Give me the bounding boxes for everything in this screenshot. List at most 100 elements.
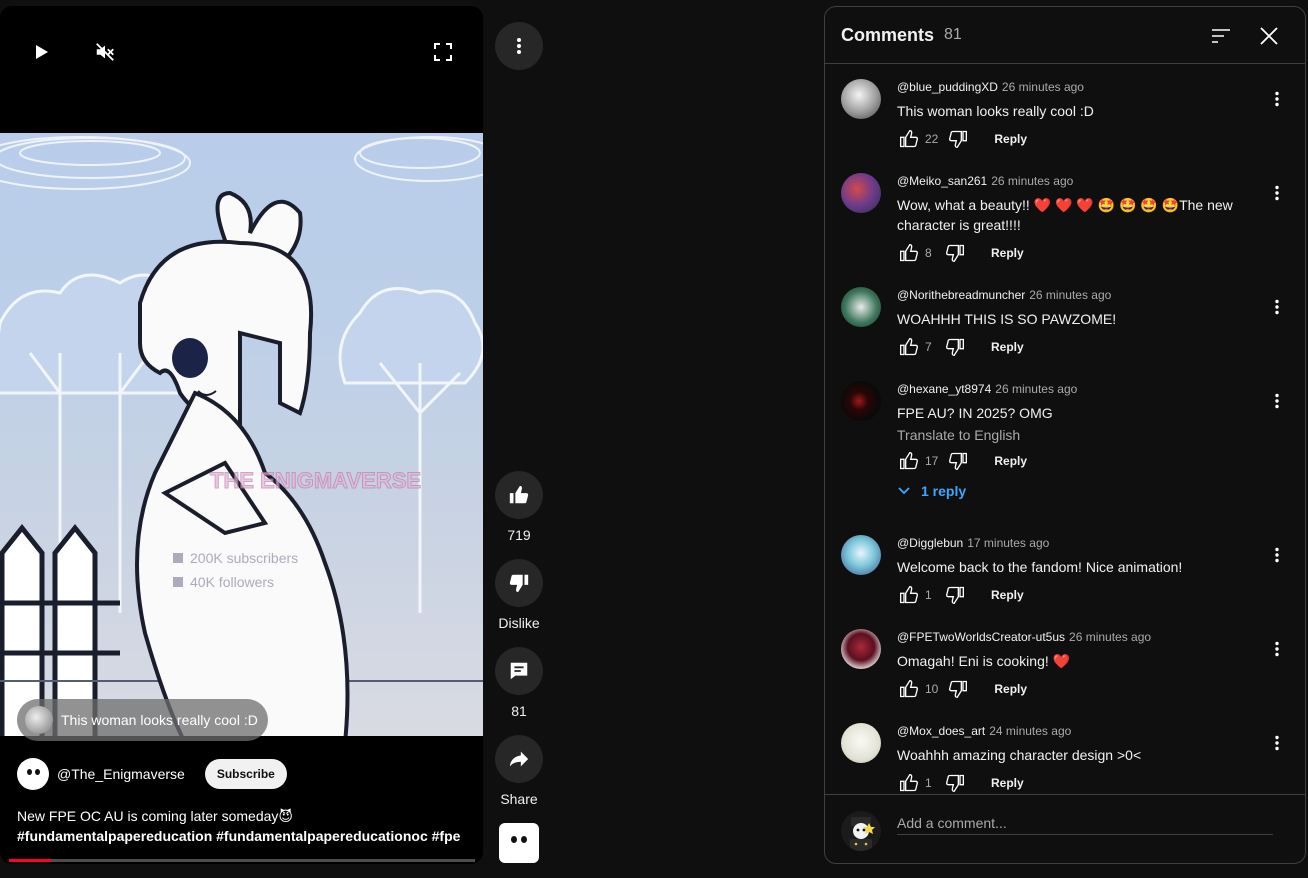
comment-author[interactable]: @hexane_yt8974 — [897, 382, 991, 396]
thumbs-down-icon[interactable] — [946, 127, 970, 151]
avatar[interactable] — [841, 287, 881, 327]
dislike-button[interactable] — [495, 559, 543, 607]
sound-source-thumbnail[interactable] — [499, 823, 539, 863]
progress-bar[interactable] — [9, 859, 475, 862]
avatar[interactable] — [841, 173, 881, 213]
channel-avatar[interactable] — [17, 758, 49, 790]
vertical-dots-icon — [1269, 641, 1285, 657]
comment-actions: 1 Reply — [897, 583, 1249, 607]
shorts-video-player[interactable]: THE ENIGMAVERSE 200K subscribers 40K fol… — [0, 6, 483, 864]
reply-button[interactable]: Reply — [994, 454, 1027, 468]
thumbs-up-icon[interactable] — [897, 127, 921, 151]
thumbs-down-icon[interactable] — [943, 241, 967, 265]
subscribe-button[interactable]: Subscribe — [204, 759, 287, 789]
comment-meta: @Meiko_san261 26 minutes ago — [897, 173, 1249, 189]
comment-actions: 8 Reply — [897, 241, 1249, 265]
thumbs-up-icon[interactable] — [897, 449, 921, 473]
comment-body: @Digglebun 17 minutes ago Welcome back to … — [897, 535, 1249, 607]
comment-actions: 17 Reply — [897, 449, 1249, 473]
play-button[interactable] — [21, 32, 61, 72]
comment-author[interactable]: @Digglebun — [897, 536, 963, 550]
close-button[interactable] — [1256, 23, 1282, 49]
comment-thread: @Meiko_san261 26 minutes ago Wow, what a b… — [841, 173, 1289, 263]
thumbs-down-icon[interactable] — [946, 449, 970, 473]
add-comment-row — [825, 794, 1305, 863]
thumbs-down-icon[interactable] — [946, 677, 970, 701]
comment-thread: @blue_puddingXD 26 minutes ago This woman … — [841, 79, 1289, 169]
like-action: 719 — [495, 471, 543, 543]
comment-like-count: 22 — [925, 132, 939, 146]
translate-link[interactable]: Translate to English — [897, 427, 1249, 443]
thumbs-up-icon[interactable] — [897, 241, 921, 265]
comment-text: Wow, what a beauty!! ❤️ ❤️ ❤️ 🤩 🤩 🤩 🤩The… — [897, 197, 1233, 233]
thumbs-up-icon[interactable] — [897, 677, 921, 701]
comment-menu-button[interactable] — [1265, 731, 1289, 755]
comment-count: 81 — [511, 703, 527, 719]
reply-button[interactable]: Reply — [994, 132, 1027, 146]
thumbs-up-icon[interactable] — [897, 583, 921, 607]
sort-button[interactable] — [1208, 23, 1234, 49]
sort-icon — [1212, 29, 1230, 43]
avatar[interactable] — [841, 79, 881, 119]
like-button[interactable] — [495, 471, 543, 519]
comment-time: 26 minutes ago — [1001, 80, 1084, 94]
avatar[interactable] — [841, 535, 881, 575]
reply-button[interactable]: Reply — [991, 776, 1024, 790]
comment-author[interactable]: @Mox_does_art — [897, 724, 985, 738]
vertical-dots-icon — [1269, 91, 1285, 107]
comment-menu-button[interactable] — [1265, 543, 1289, 567]
comment-thread: @Digglebun 17 minutes ago Welcome back to … — [841, 535, 1289, 625]
comment-menu-button[interactable] — [1265, 87, 1289, 111]
comment-text: Omagah! Eni is cooking! ❤️ — [897, 653, 1071, 669]
channel-handle[interactable]: @The_Enigmaverse — [57, 766, 185, 782]
comment-meta: @Norithebreadmuncher 26 minutes ago — [897, 287, 1249, 303]
comment-author[interactable]: @blue_puddingXD — [897, 80, 998, 94]
comment-menu-button[interactable] — [1265, 181, 1289, 205]
comment-list[interactable]: @blue_puddingXD 26 minutes ago This woman … — [825, 65, 1305, 794]
comments-button[interactable] — [495, 647, 543, 695]
watermark-followers: 40K followers — [190, 574, 274, 590]
reply-button[interactable]: Reply — [994, 682, 1027, 696]
hashtags[interactable]: #fundamentalpapereducation #fundamentalp… — [17, 826, 467, 846]
avatar[interactable] — [841, 629, 881, 669]
comment-body: @hexane_yt8974 26 minutes ago FPE AU? IN 2… — [897, 381, 1249, 499]
mute-button[interactable] — [85, 32, 125, 72]
comment-thread: @Norithebreadmuncher 26 minutes ago WOAHHH… — [841, 287, 1289, 377]
thumbs-down-icon[interactable] — [943, 771, 967, 794]
view-replies-button[interactable]: 1 reply — [897, 483, 1249, 499]
reply-button[interactable]: Reply — [991, 246, 1024, 260]
video-description[interactable]: New FPE OC AU is coming later someday😈 #… — [17, 806, 467, 846]
avatar[interactable] — [841, 723, 881, 763]
more-actions — [495, 22, 543, 70]
thumbs-down-icon[interactable] — [943, 583, 967, 607]
comment-menu-button[interactable] — [1265, 637, 1289, 661]
comment-menu-button[interactable] — [1265, 295, 1289, 319]
share-label: Share — [500, 791, 538, 807]
comment-time: 24 minutes ago — [989, 724, 1072, 738]
comment-author[interactable]: @Norithebreadmuncher — [897, 288, 1025, 302]
comment-author[interactable]: @Meiko_san261 — [897, 174, 987, 188]
thumbs-up-icon[interactable] — [897, 771, 921, 794]
play-icon — [36, 45, 48, 59]
thumbs-up-icon[interactable] — [897, 335, 921, 359]
comment-body: @Norithebreadmuncher 26 minutes ago WOAHHH… — [897, 287, 1249, 359]
more-options-button[interactable] — [495, 22, 543, 70]
like-count: 719 — [507, 527, 531, 543]
share-button[interactable] — [495, 735, 543, 783]
fullscreen-button[interactable] — [423, 32, 463, 72]
watermark-subscribers: 200K subscribers — [190, 550, 298, 566]
fullscreen-icon — [434, 43, 452, 61]
reply-button[interactable]: Reply — [991, 588, 1024, 602]
comments-title: Comments — [841, 24, 935, 45]
add-comment-input[interactable] — [897, 811, 1273, 835]
reply-button[interactable]: Reply — [991, 340, 1024, 354]
avatar[interactable] — [841, 381, 881, 421]
comment-author[interactable]: @FPETwoWorldsCreator-ut5us — [897, 630, 1065, 644]
watermark-title: THE ENIGMAVERSE — [210, 468, 421, 493]
user-avatar — [841, 811, 881, 851]
progress-fill — [9, 859, 51, 862]
comment-teaser-pill[interactable]: This woman looks really cool :D — [17, 699, 268, 741]
comment-menu-button[interactable] — [1265, 389, 1289, 413]
comment-like-count: 1 — [925, 588, 932, 602]
thumbs-down-icon[interactable] — [943, 335, 967, 359]
